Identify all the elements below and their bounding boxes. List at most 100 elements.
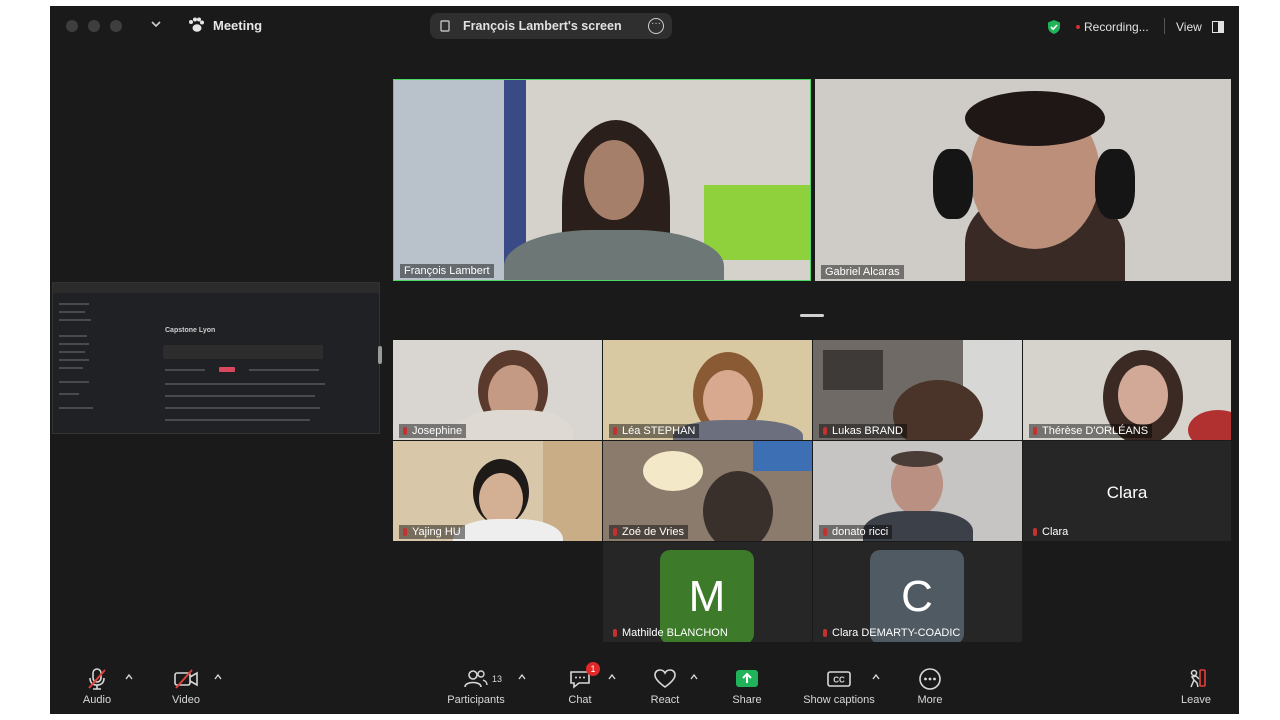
minimize-window-button[interactable] (88, 20, 100, 32)
closed-captions-icon: CC (827, 671, 851, 687)
participant-tile[interactable]: Yajing HU (393, 441, 602, 541)
mic-muted-icon (823, 528, 827, 536)
chevron-up-icon[interactable] (517, 672, 527, 682)
participant-name: Thérèse D'ORLÉANS (1029, 424, 1153, 438)
participant-name: Clara (1029, 525, 1072, 539)
meeting-toolbar: Audio Video 13 Participants 1 Chat React… (50, 662, 1239, 714)
shared-screen-line (165, 369, 205, 371)
mic-muted-icon (823, 427, 827, 435)
mic-muted-icon (613, 528, 617, 536)
screen-share-label: François Lambert's screen (463, 19, 622, 33)
mic-muted-icon (613, 629, 617, 637)
heart-icon (654, 669, 676, 688)
leave-label: Leave (1181, 694, 1211, 706)
participant-tile[interactable]: Clara Clara (1023, 441, 1231, 541)
share-label: Share (732, 694, 762, 706)
participant-display-name: Clara (1106, 483, 1148, 502)
chat-label: Chat (568, 694, 592, 706)
show-captions-button[interactable]: CC Show captions (785, 662, 893, 714)
participants-icon (464, 670, 488, 688)
recording-dot-icon (1076, 25, 1080, 29)
more-button[interactable]: More (885, 662, 975, 714)
shared-screen-view[interactable]: Capstone Lyon (52, 282, 380, 434)
mic-muted-icon (613, 427, 617, 435)
participant-name: Léa STEPHAN (609, 424, 700, 438)
microphone-muted-icon (88, 668, 106, 690)
meeting-title: Meeting (213, 18, 263, 33)
participant-name: Josephine (399, 424, 467, 438)
shield-check-icon[interactable] (1046, 19, 1062, 35)
chevron-down-icon[interactable] (150, 18, 162, 30)
react-button[interactable]: React (620, 662, 710, 714)
chat-button[interactable]: 1 Chat (535, 662, 625, 714)
more-label: More (917, 694, 943, 706)
participant-tile[interactable]: Zoé de Vries (603, 441, 812, 541)
chevron-up-icon[interactable] (607, 672, 617, 682)
chevron-up-icon[interactable] (871, 672, 881, 682)
audio-label: Audio (82, 694, 112, 706)
gallery-divider-handle[interactable] (800, 314, 824, 317)
shared-screen-line (165, 395, 315, 397)
participant-tile[interactable]: C Clara DEMARTY-COADIC (813, 542, 1022, 642)
participant-name: Lukas BRAND (819, 424, 907, 438)
react-label: React (650, 694, 680, 706)
more-options-icon[interactable]: ··· (648, 18, 664, 34)
participant-name: Zoé de Vries (609, 525, 688, 539)
participant-name: François Lambert (400, 264, 494, 278)
mic-muted-icon (823, 629, 827, 637)
zoom-window: Meeting François Lambert's screen ··· Re… (50, 6, 1239, 714)
video-label: Video (172, 694, 200, 706)
chevron-up-icon[interactable] (213, 672, 223, 682)
participant-tile[interactable]: Thérèse D'ORLÉANS (1023, 340, 1231, 440)
leave-meeting-button[interactable]: Leave (1151, 662, 1239, 714)
paw-icon (189, 17, 204, 32)
zoom-window-button[interactable] (110, 20, 122, 32)
title-bar: Meeting François Lambert's screen ··· Re… (50, 6, 1239, 46)
participants-button[interactable]: 13 Participants (431, 662, 521, 714)
screen-share-indicator[interactable]: François Lambert's screen ··· (430, 13, 672, 39)
share-screen-icon (736, 670, 758, 687)
participant-count: 13 (492, 674, 503, 684)
participant-name: Clara DEMARTY-COADIC (819, 626, 964, 640)
participant-name: Gabriel Alcaras (821, 265, 904, 279)
participant-name: donato ricci (819, 525, 893, 539)
participant-tile[interactable]: Léa STEPHAN (603, 340, 812, 440)
video-off-icon (174, 669, 198, 689)
shared-screen-input (163, 345, 323, 359)
speaker-tile[interactable]: François Lambert (393, 79, 811, 281)
mic-muted-icon (1033, 528, 1037, 536)
shared-screen-red-button (219, 367, 235, 372)
title-divider (1164, 18, 1165, 34)
shared-screen-toolbar (53, 283, 379, 293)
more-options-icon (919, 668, 941, 690)
shared-screen-sidebar (53, 295, 101, 425)
view-button[interactable]: View (1176, 20, 1202, 34)
video-button[interactable]: Video (141, 662, 231, 714)
shared-screen-line (165, 383, 325, 385)
close-window-button[interactable] (66, 20, 78, 32)
shared-screen-line (165, 419, 310, 421)
shared-screen-line (165, 407, 320, 409)
leave-icon (1190, 669, 1206, 688)
panel-resize-handle[interactable] (378, 346, 382, 364)
shared-screen-line (249, 369, 319, 371)
speaker-tile[interactable]: Gabriel Alcaras (815, 79, 1231, 281)
participant-tile[interactable]: Lukas BRAND (813, 340, 1022, 440)
chevron-up-icon[interactable] (124, 672, 134, 682)
participant-name: Mathilde BLANCHON (609, 626, 732, 640)
audio-button[interactable]: Audio (52, 662, 142, 714)
chevron-up-icon[interactable] (689, 672, 699, 682)
share-screen-button[interactable]: Share (702, 662, 792, 714)
participant-name: Yajing HU (399, 525, 465, 539)
recording-status[interactable]: Recording... (1084, 20, 1149, 34)
svg-text:CC: CC (833, 676, 845, 685)
mic-muted-icon (403, 427, 407, 435)
grid-view-icon[interactable] (1212, 21, 1224, 33)
captions-label: Show captions (803, 694, 875, 706)
participant-tile[interactable]: Josephine (393, 340, 602, 440)
chat-unread-badge: 1 (586, 662, 600, 676)
participant-tile[interactable]: M Mathilde BLANCHON (603, 542, 812, 642)
participants-label: Participants (447, 694, 505, 706)
participant-tile[interactable]: donato ricci (813, 441, 1022, 541)
screen-share-icon (440, 20, 450, 32)
